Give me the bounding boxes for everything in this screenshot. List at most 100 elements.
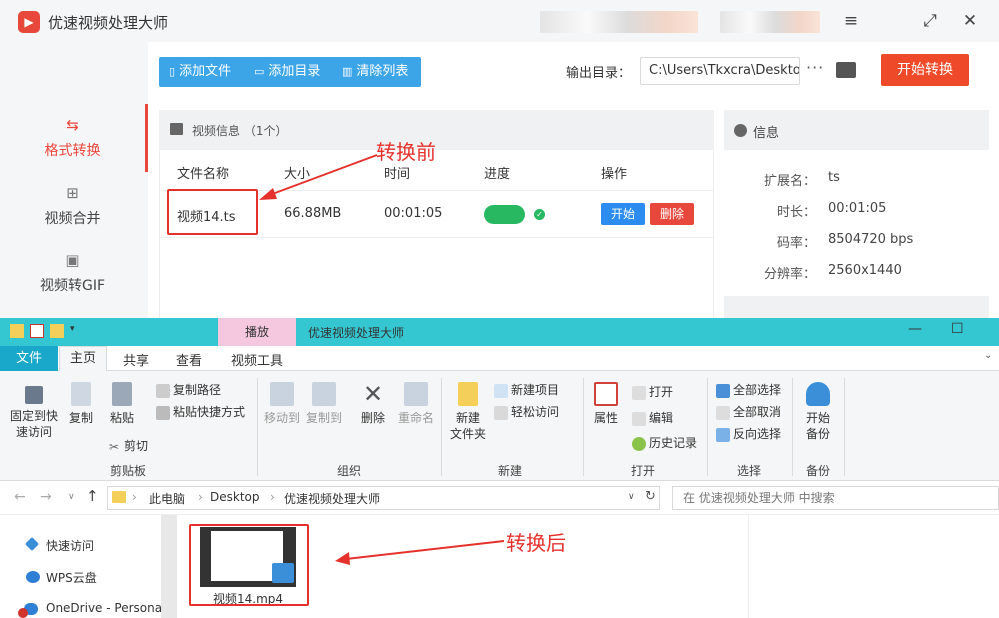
nav-scrollbar[interactable] <box>161 515 177 618</box>
output-dir-label: 输出目录： <box>566 66 632 81</box>
new-folder-icon <box>458 382 478 406</box>
output-dir-field[interactable]: C:\Users\Tkxcra\Desktop <box>640 57 800 85</box>
back-arrow-icon[interactable]: ← <box>14 489 26 505</box>
info-key-duration: 时长： <box>776 205 816 220</box>
paste-shortcut-button[interactable]: 粘贴快捷方式 <box>156 403 245 420</box>
new-item-button[interactable]: 新建项目 <box>494 381 559 398</box>
info-value-extension: ts <box>828 170 840 185</box>
edit-icon <box>632 411 646 426</box>
tab-video-tools[interactable]: 视频工具 <box>231 350 283 369</box>
cut-button[interactable]: ✂ 剪切 <box>109 437 148 454</box>
checkbox-icon[interactable] <box>30 323 44 338</box>
start-convert-button[interactable]: 开始转换 <box>881 54 969 86</box>
quick-access-toolbar: ▾ <box>10 323 100 341</box>
context-tab-play[interactable]: 播放 <box>218 318 296 346</box>
file-icon: ▯ <box>169 65 176 78</box>
copy-button[interactable]: 复制 <box>66 382 96 426</box>
rename-button[interactable]: 重命名 <box>396 382 436 426</box>
row-delete-button[interactable]: 删除 <box>650 203 694 225</box>
new-folder-label: 新建 文件夹 <box>449 411 486 441</box>
move-to-button[interactable]: 移动到 <box>262 382 302 426</box>
properties-label: 属性 <box>593 411 618 425</box>
pin-quick-access-button[interactable]: 固定到快 速访问 <box>6 386 62 440</box>
select-all-label: 全部选择 <box>733 383 782 397</box>
close-icon[interactable]: ✕ <box>959 10 981 32</box>
tab-view[interactable]: 查看 <box>176 350 202 369</box>
sidebar-active-indicator <box>145 104 148 172</box>
tab-share[interactable]: 共享 <box>123 350 149 369</box>
check-circle-icon: ✓ <box>534 209 545 220</box>
open-folder-icon[interactable] <box>836 62 856 78</box>
copy-to-button[interactable]: 复制到 <box>304 382 344 426</box>
nav-item-quick-access[interactable]: 快速访问 <box>46 537 94 554</box>
open-button[interactable]: 打开 <box>632 383 673 400</box>
breadcrumb-desktop[interactable]: Desktop <box>210 490 260 504</box>
nav-item-wps-cloud[interactable]: WPS云盘 <box>46 569 97 586</box>
properties-button[interactable]: 属性 <box>590 382 622 426</box>
divider <box>257 378 258 476</box>
new-folder-icon[interactable] <box>50 323 64 338</box>
move-to-label: 移动到 <box>263 411 300 425</box>
nav-item-onedrive[interactable]: OneDrive - Persona <box>46 601 162 615</box>
column-header-time: 时间 <box>384 167 411 182</box>
edit-button[interactable]: 编辑 <box>632 409 673 426</box>
copy-to-icon <box>312 382 336 406</box>
invert-selection-button[interactable]: 反向选择 <box>716 425 781 442</box>
backup-button[interactable]: 开始 备份 <box>800 382 836 442</box>
file-toolbar: ▯ 添加文件 ▭ 添加目录 ▥ 清除列表 <box>159 57 421 87</box>
history-button[interactable]: 历史记录 <box>632 434 697 451</box>
annotation-after: 转换后 <box>506 531 566 555</box>
dropdown-icon[interactable]: ▾ <box>70 323 80 338</box>
address-bar[interactable] <box>107 486 660 510</box>
tab-file[interactable]: 文件 <box>0 346 58 371</box>
merge-icon: ⊞ <box>66 184 79 202</box>
easy-access-button[interactable]: 轻松访问 <box>494 403 559 420</box>
up-arrow-icon[interactable]: ↑ <box>86 487 99 505</box>
maximize-icon[interactable]: ☐ <box>951 321 964 337</box>
breadcrumb-this-pc[interactable]: 此电脑 <box>149 490 185 507</box>
folder-icon[interactable] <box>10 323 24 338</box>
new-folder-button[interactable]: 新建 文件夹 <box>448 382 488 442</box>
add-file-label: 添加文件 <box>179 64 232 79</box>
more-options-button[interactable]: ··· <box>806 58 824 77</box>
sidebar-item-format-convert[interactable]: ⇆ 格式转换 <box>0 116 145 160</box>
breadcrumb-current-folder[interactable]: 优速视频处理大师 <box>284 490 380 507</box>
paste-button[interactable]: 粘贴 <box>106 382 138 426</box>
row-start-button[interactable]: 开始 <box>601 203 645 225</box>
rename-label: 重命名 <box>397 411 434 425</box>
copy-path-label: 复制路径 <box>173 383 222 397</box>
info-key-resolution: 分辨率： <box>763 267 816 282</box>
clear-list-button[interactable]: ▥ 清除列表 <box>342 57 408 87</box>
recent-chevron-icon[interactable]: ∨ <box>68 492 75 502</box>
blurred-user-avatar[interactable] <box>720 11 820 33</box>
address-dropdown-icon[interactable]: ∨ <box>628 492 635 502</box>
explorer-title: 优速视频处理大师 <box>308 326 405 340</box>
forward-arrow-icon[interactable]: → <box>40 489 52 505</box>
minimize-icon[interactable]: — <box>908 321 922 337</box>
tab-home[interactable]: 主页 <box>59 346 107 372</box>
blurred-account-info <box>540 11 698 33</box>
info-value-duration: 00:01:05 <box>828 201 887 216</box>
refresh-icon[interactable]: ↻ <box>645 489 656 504</box>
invert-selection-icon <box>716 427 730 442</box>
column-header-action: 操作 <box>601 167 628 182</box>
add-folder-label: 添加目录 <box>268 64 321 79</box>
paste-shortcut-label: 粘贴快捷方式 <box>173 405 246 419</box>
select-all-button[interactable]: 全部选择 <box>716 381 781 398</box>
sidebar-item-video-to-gif[interactable]: ▣ 视频转GIF <box>0 251 145 295</box>
new-item-label: 新建项目 <box>511 383 560 397</box>
search-input[interactable]: 在 优速视频处理大师 中搜索 <box>672 486 999 510</box>
cloud-upload-icon <box>806 382 830 406</box>
maximize-icon[interactable]: ⤢ <box>919 10 941 32</box>
cut-label: 剪切 <box>124 439 149 453</box>
delete-button[interactable]: ✕ 删除 <box>358 382 388 426</box>
menu-icon[interactable]: ≡ <box>840 10 862 32</box>
add-file-button[interactable]: ▯ 添加文件 <box>169 57 231 87</box>
select-none-button[interactable]: 全部取消 <box>716 403 781 420</box>
add-folder-button[interactable]: ▭ 添加目录 <box>254 57 320 87</box>
group-label-organize: 组织 <box>337 464 362 478</box>
sidebar-item-video-merge[interactable]: ⊞ 视频合并 <box>0 184 145 228</box>
collapse-ribbon-icon[interactable]: ⌄ <box>984 350 992 361</box>
divider <box>441 378 442 476</box>
copy-path-button[interactable]: 复制路径 <box>156 381 221 398</box>
